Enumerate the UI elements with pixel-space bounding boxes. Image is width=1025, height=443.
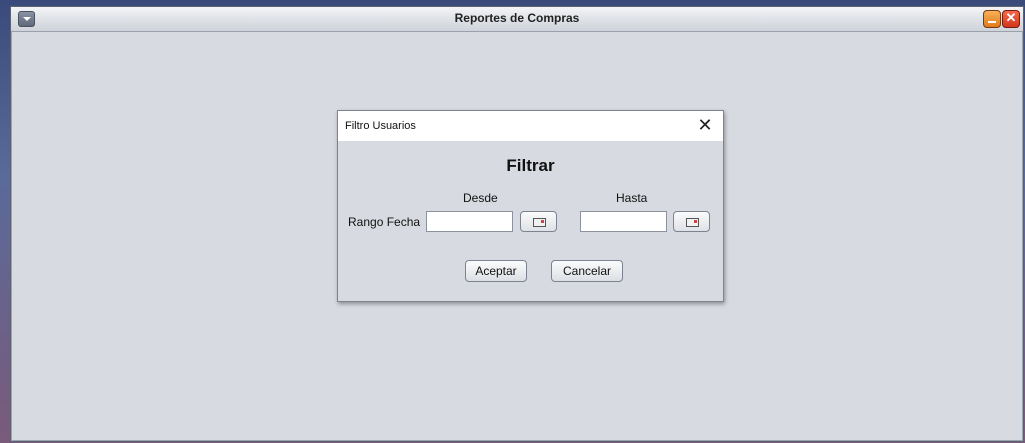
main-window: Reportes de Compras ✕ Filtro Usuarios ✕ … xyxy=(10,6,1024,442)
to-label: Hasta xyxy=(616,191,648,205)
accept-button[interactable]: Aceptar xyxy=(465,260,527,282)
date-range-label: Rango Fecha xyxy=(348,215,421,229)
to-date-field[interactable] xyxy=(580,211,667,232)
from-calendar-button[interactable] xyxy=(520,211,557,232)
close-icon[interactable]: ✕ xyxy=(1002,10,1020,28)
dialog-titlebar[interactable]: Filtro Usuarios ✕ xyxy=(338,111,723,141)
from-date-field[interactable] xyxy=(426,211,513,232)
dialog-heading: Filtrar xyxy=(506,156,555,175)
filter-dialog: Filtro Usuarios ✕ Filtrar Desde Hasta Ra… xyxy=(337,110,724,302)
calendar-icon xyxy=(533,218,546,227)
window-title: Reportes de Compras xyxy=(454,11,580,25)
cancel-button[interactable]: Cancelar xyxy=(551,260,623,282)
minimize-icon[interactable] xyxy=(983,10,1001,28)
from-label: Desde xyxy=(463,191,498,205)
dialog-title: Filtro Usuarios xyxy=(345,120,416,132)
dialog-close-icon[interactable]: ✕ xyxy=(695,115,715,135)
to-calendar-button[interactable] xyxy=(673,211,710,232)
close-glyph: ✕ xyxy=(1005,10,1017,25)
window-titlebar[interactable]: Reportes de Compras ✕ xyxy=(11,7,1023,32)
calendar-icon xyxy=(686,218,699,227)
